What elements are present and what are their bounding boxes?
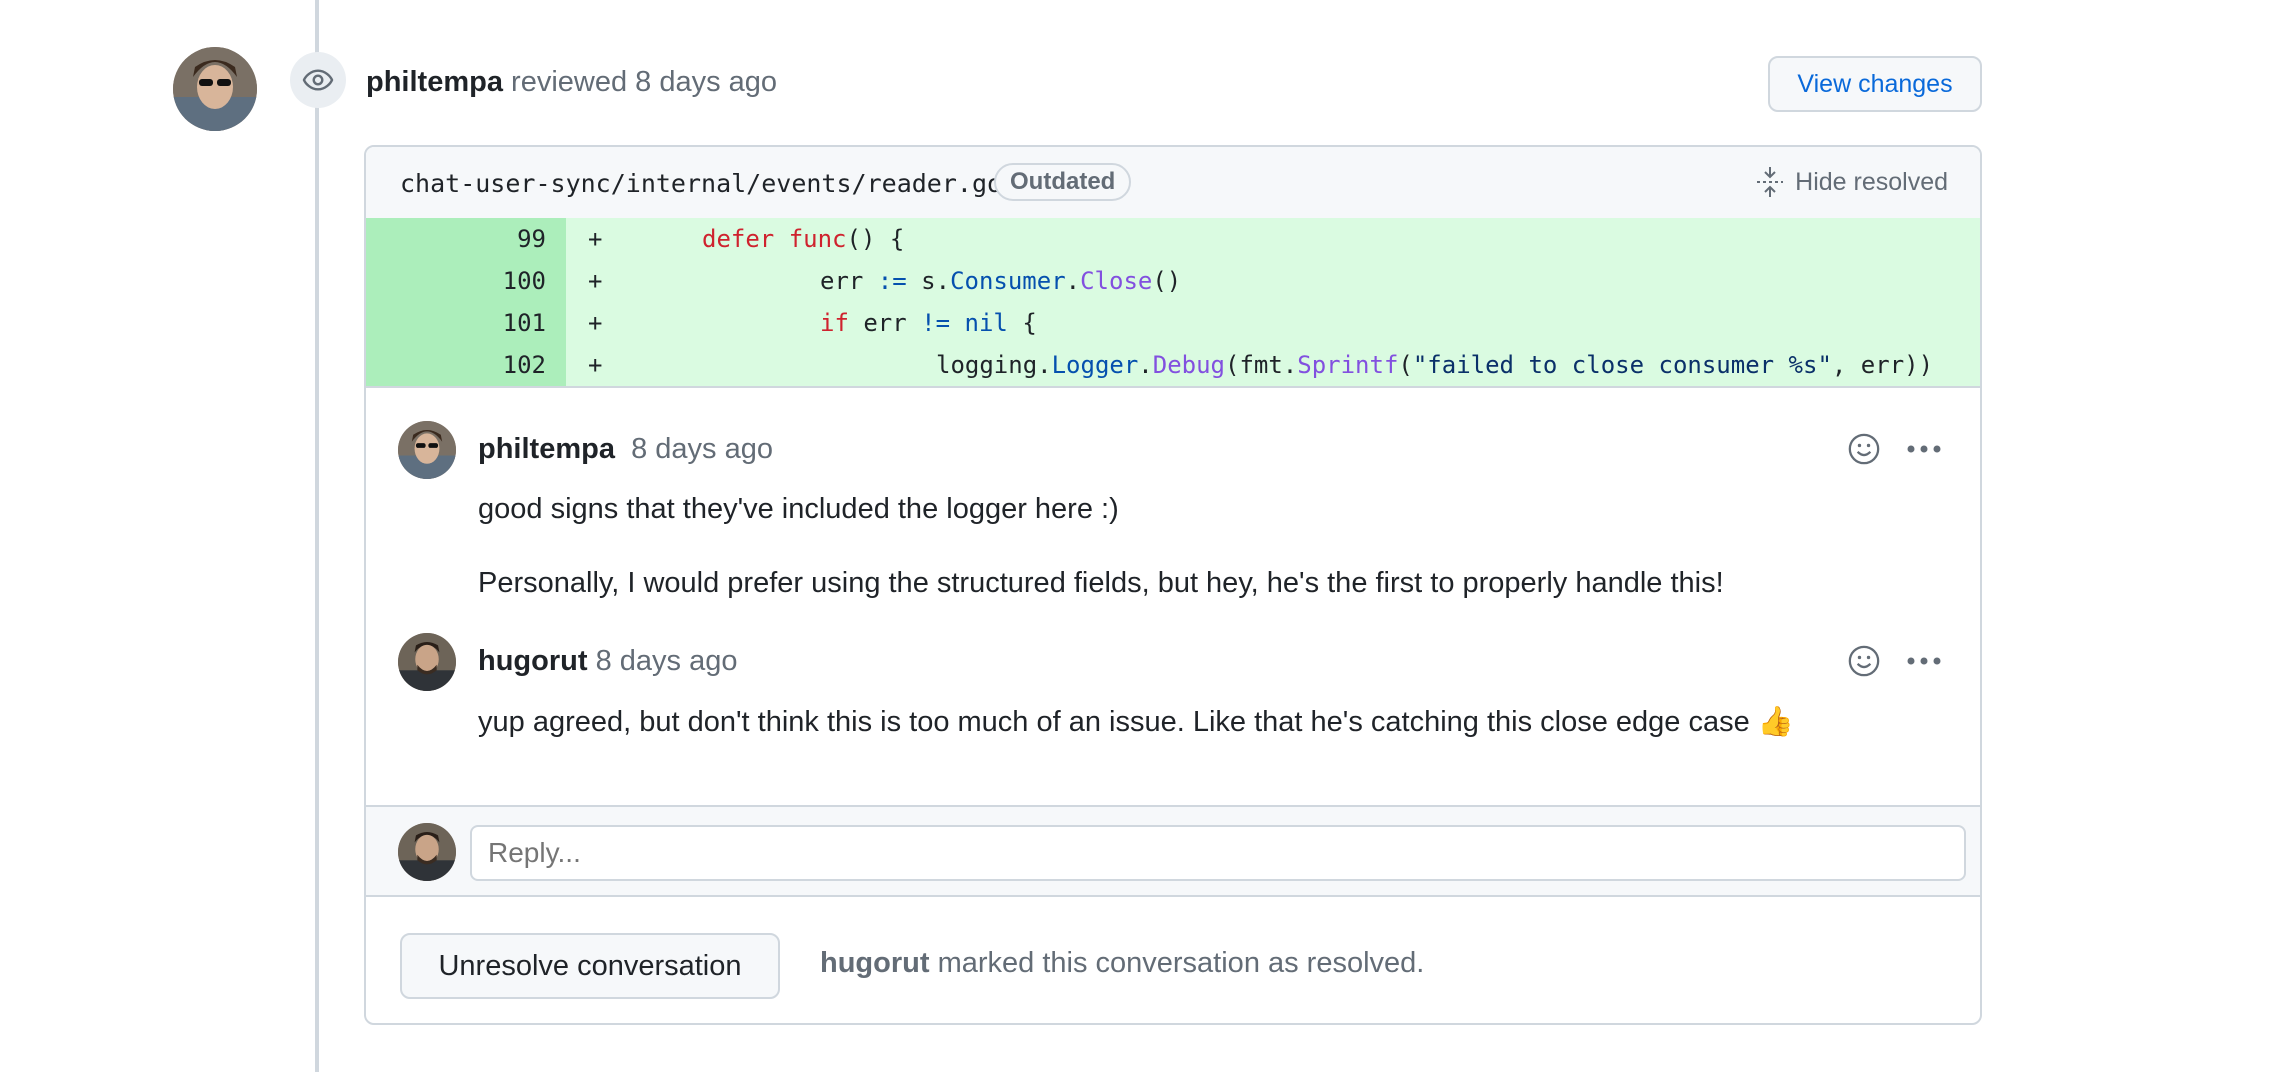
comment-time[interactable]: 8 days ago <box>596 645 738 677</box>
kebab-horizontal-icon <box>1907 445 1941 453</box>
review-time[interactable]: 8 days ago <box>635 66 777 98</box>
code-text: if err != nil { <box>820 309 1037 337</box>
comment-options-button[interactable] <box>1904 641 1944 681</box>
comment-time[interactable]: 8 days ago <box>631 433 773 465</box>
kebab-horizontal-icon <box>1907 657 1941 665</box>
review-thread: chat-user-sync/internal/events/reader.go… <box>364 145 1982 1025</box>
review-event-badge <box>290 52 346 108</box>
timeline-line <box>315 0 319 1072</box>
smiley-icon <box>1848 645 1880 677</box>
avatar-image <box>173 47 257 131</box>
avatar-image <box>398 421 456 479</box>
diff-marker: + <box>588 309 603 337</box>
comment-body-line: good signs that they've included the log… <box>478 493 1119 525</box>
current-user-avatar <box>398 823 456 881</box>
review-author-link[interactable]: philtempa <box>366 66 503 98</box>
avatar-image <box>398 823 456 881</box>
diff-marker: + <box>588 267 603 295</box>
file-header: chat-user-sync/internal/events/reader.go… <box>366 147 1980 218</box>
diff-marker: + <box>588 351 603 379</box>
code-text: defer func() { <box>702 225 905 253</box>
diff-line: 100 + err := s.Consumer.Close() <box>366 260 1980 302</box>
comment-header: hugorut 8 days ago <box>478 645 737 678</box>
comment-author-link[interactable]: hugorut <box>478 645 588 677</box>
resolved-message: marked this conversation as resolved. <box>929 947 1425 979</box>
view-changes-button[interactable]: View changes <box>1768 56 1982 112</box>
reply-area <box>366 805 1980 897</box>
comment-author-link[interactable]: philtempa <box>478 433 615 465</box>
hide-resolved-button[interactable]: Hide resolved <box>1755 165 1948 199</box>
review-action: reviewed <box>511 66 628 98</box>
unresolve-conversation-button[interactable]: Unresolve conversation <box>400 933 780 999</box>
comment-body-line: yup agreed, but don't think this is too … <box>478 706 1794 738</box>
comment-header: philtempa 8 days ago <box>478 433 773 466</box>
line-number[interactable]: 100 <box>366 260 566 302</box>
eye-icon <box>302 69 334 91</box>
diff-marker: + <box>588 225 603 253</box>
diff-line: 101 + if err != nil { <box>366 302 1980 344</box>
line-number[interactable]: 99 <box>366 218 566 260</box>
add-reaction-button[interactable] <box>1844 429 1884 469</box>
code-text: err := s.Consumer.Close() <box>820 267 1182 295</box>
comment-avatar[interactable] <box>398 421 456 479</box>
outdated-badge: Outdated <box>994 163 1132 201</box>
hide-resolved-label: Hide resolved <box>1795 167 1948 196</box>
diff-code: 99 + defer func() { 100 + err := s.Consu… <box>366 218 1980 386</box>
fold-icon <box>1757 167 1784 197</box>
comment-body-line: Personally, I would prefer using the str… <box>478 567 1724 599</box>
code-text: logging.Logger.Debug(fmt.Sprintf("failed… <box>936 351 1934 379</box>
reply-input[interactable] <box>470 825 1966 881</box>
reviewer-avatar[interactable] <box>173 47 257 131</box>
file-path-link[interactable]: chat-user-sync/internal/events/reader.go <box>400 169 1002 198</box>
comment-options-button[interactable] <box>1904 429 1944 469</box>
smiley-icon <box>1848 433 1880 465</box>
comment-avatar[interactable] <box>398 633 456 691</box>
resolver-link[interactable]: hugorut <box>820 947 930 979</box>
line-number[interactable]: 101 <box>366 302 566 344</box>
add-reaction-button[interactable] <box>1844 641 1884 681</box>
diff-line: 99 + defer func() { <box>366 218 1980 260</box>
divider <box>366 386 1980 388</box>
line-number[interactable]: 102 <box>366 344 566 386</box>
review-header: philtempa reviewed 8 days ago <box>366 66 777 99</box>
resolved-status: hugorut marked this conversation as reso… <box>820 947 1424 980</box>
diff-line: 102 + logging.Logger.Debug(fmt.Sprintf("… <box>366 344 1980 386</box>
avatar-image <box>398 633 456 691</box>
